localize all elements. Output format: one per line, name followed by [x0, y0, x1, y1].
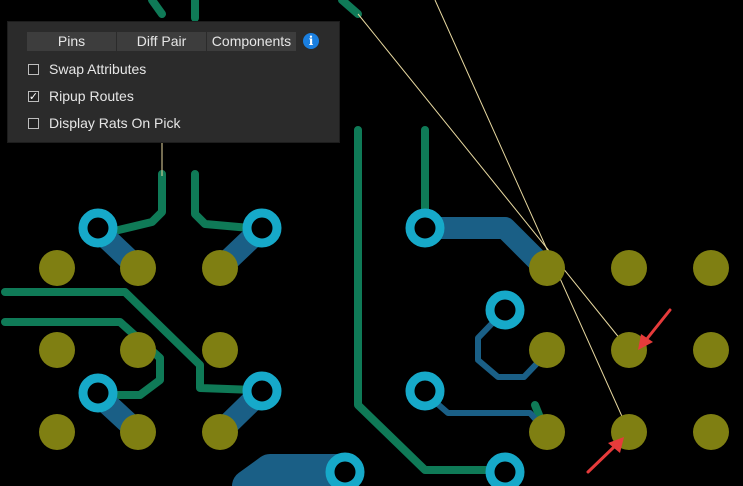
- pad: [693, 414, 729, 450]
- pad: [529, 414, 565, 450]
- pad: [39, 414, 75, 450]
- pad: [120, 414, 156, 450]
- via: [78, 208, 118, 248]
- pad: [529, 250, 565, 286]
- swap-attributes-checkbox[interactable]: [28, 63, 39, 75]
- pad: [202, 414, 238, 450]
- via: [325, 452, 365, 486]
- green-trace: [148, 0, 166, 18]
- pad: [202, 332, 238, 368]
- display-rats-on-pick-label: Display Rats On Pick: [49, 115, 181, 131]
- pad: [693, 250, 729, 286]
- pad: [611, 250, 647, 286]
- via: [405, 208, 445, 248]
- pad: [202, 250, 238, 286]
- ripup-routes-checkbox[interactable]: ✓: [28, 90, 39, 102]
- info-icon[interactable]: i: [303, 33, 319, 49]
- annotation-arrow-icon: [638, 308, 672, 350]
- blue-trace: [422, 390, 548, 433]
- option-display-rats-on-pick[interactable]: Display Rats On Pick: [28, 114, 180, 132]
- swap-attributes-label: Swap Attributes: [49, 61, 147, 77]
- pad: [39, 332, 75, 368]
- pad: [39, 250, 75, 286]
- ripup-routes-label: Ripup Routes: [49, 88, 134, 104]
- tab-components[interactable]: Components: [207, 32, 297, 51]
- via: [242, 208, 282, 248]
- pad: [529, 332, 565, 368]
- via: [485, 290, 525, 330]
- green-trace: [354, 126, 509, 474]
- via: [78, 373, 118, 413]
- option-ripup-routes[interactable]: ✓ Ripup Routes: [28, 87, 134, 105]
- pad: [120, 250, 156, 286]
- green-trace: [106, 170, 166, 236]
- via: [405, 371, 445, 411]
- via: [485, 452, 525, 486]
- pad: [693, 332, 729, 368]
- green-trace: [338, 0, 362, 18]
- blue-traces[interactable]: [87, 217, 556, 486]
- green-trace: [191, 170, 254, 232]
- option-swap-attributes[interactable]: Swap Attributes: [28, 60, 146, 78]
- tab-diff-pair[interactable]: Diff Pair: [117, 32, 207, 51]
- pads[interactable]: [39, 250, 729, 450]
- pin-swap-options-panel: Pins Diff Pair Components i Swap Attribu…: [8, 22, 339, 142]
- via: [242, 371, 282, 411]
- tab-pins[interactable]: Pins: [27, 32, 117, 51]
- display-rats-on-pick-checkbox[interactable]: [28, 117, 39, 129]
- panel-tabs: Pins Diff Pair Components: [27, 32, 297, 51]
- annotation-arrow-icon: [586, 437, 624, 474]
- pad: [120, 332, 156, 368]
